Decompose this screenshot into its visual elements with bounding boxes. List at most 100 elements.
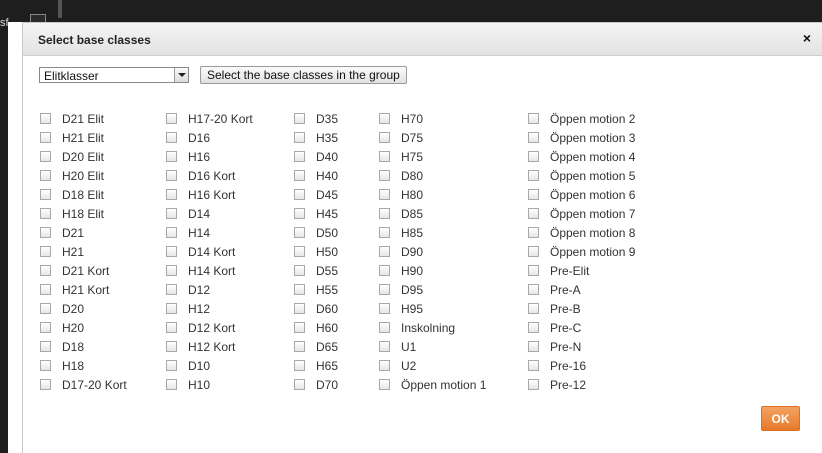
checkbox[interactable] [166,322,177,334]
checkbox[interactable] [166,265,177,277]
checkbox[interactable] [166,341,177,353]
checkbox[interactable] [379,151,390,163]
checkbox[interactable] [40,246,51,258]
class-checkbox-item[interactable]: D21 [40,224,84,243]
checkbox[interactable] [528,265,539,277]
checkbox[interactable] [294,360,305,372]
class-checkbox-item[interactable]: D85 [379,205,423,224]
checkbox[interactable] [379,170,390,182]
class-checkbox-item[interactable]: D80 [379,167,423,186]
checkbox[interactable] [166,284,177,296]
checkbox[interactable] [294,227,305,239]
class-checkbox-item[interactable]: H20 Elit [40,167,104,186]
checkbox[interactable] [40,341,51,353]
checkbox[interactable] [379,227,390,239]
class-checkbox-item[interactable]: H45 [294,205,338,224]
class-checkbox-item[interactable]: H17-20 Kort [166,110,253,129]
checkbox[interactable] [528,208,539,220]
class-checkbox-item[interactable]: H21 Elit [40,129,104,148]
class-checkbox-item[interactable]: H14 Kort [166,262,235,281]
class-checkbox-item[interactable]: Öppen motion 9 [528,243,635,262]
checkbox[interactable] [294,113,305,125]
checkbox[interactable] [379,113,390,125]
class-checkbox-item[interactable]: D10 [166,357,210,376]
checkbox[interactable] [528,322,539,334]
class-checkbox-item[interactable]: H50 [294,243,338,262]
class-checkbox-item[interactable]: D12 [166,281,210,300]
class-checkbox-item[interactable]: D20 [40,300,84,319]
checkbox[interactable] [40,379,51,391]
class-checkbox-item[interactable]: D18 Elit [40,186,104,205]
checkbox[interactable] [379,341,390,353]
close-icon[interactable]: × [803,31,811,45]
class-checkbox-item[interactable]: Pre-16 [528,357,586,376]
class-checkbox-item[interactable]: H70 [379,110,423,129]
checkbox[interactable] [379,379,390,391]
class-checkbox-item[interactable]: D21 Elit [40,110,104,129]
class-checkbox-item[interactable]: D55 [294,262,338,281]
checkbox[interactable] [528,189,539,201]
class-checkbox-item[interactable]: Öppen motion 4 [528,148,635,167]
checkbox[interactable] [294,341,305,353]
class-checkbox-item[interactable]: Pre-B [528,300,581,319]
class-checkbox-item[interactable]: D16 Kort [166,167,235,186]
class-checkbox-item[interactable]: Pre-12 [528,376,586,395]
checkbox[interactable] [294,132,305,144]
checkbox[interactable] [40,303,51,315]
checkbox[interactable] [379,132,390,144]
class-checkbox-item[interactable]: D70 [294,376,338,395]
checkbox[interactable] [294,246,305,258]
checkbox[interactable] [379,246,390,258]
checkbox[interactable] [528,227,539,239]
checkbox[interactable] [379,322,390,334]
checkbox[interactable] [528,132,539,144]
checkbox[interactable] [528,113,539,125]
class-checkbox-item[interactable]: H95 [379,300,423,319]
checkbox[interactable] [379,208,390,220]
checkbox[interactable] [294,170,305,182]
class-checkbox-item[interactable]: D18 [40,338,84,357]
class-checkbox-item[interactable]: H12 [166,300,210,319]
class-checkbox-item[interactable]: D95 [379,281,423,300]
class-checkbox-item[interactable]: D50 [294,224,338,243]
class-checkbox-item[interactable]: H90 [379,262,423,281]
checkbox[interactable] [379,360,390,372]
checkbox[interactable] [294,322,305,334]
checkbox[interactable] [294,303,305,315]
class-checkbox-item[interactable]: U2 [379,357,416,376]
class-checkbox-item[interactable]: H20 [40,319,84,338]
class-checkbox-item[interactable]: Pre-Elit [528,262,589,281]
class-checkbox-item[interactable]: H18 [40,357,84,376]
select-group-button[interactable]: Select the base classes in the group [200,66,407,84]
checkbox[interactable] [40,113,51,125]
class-checkbox-item[interactable]: H16 [166,148,210,167]
class-checkbox-item[interactable]: Öppen motion 1 [379,376,486,395]
class-checkbox-item[interactable]: D65 [294,338,338,357]
checkbox[interactable] [166,151,177,163]
checkbox[interactable] [166,132,177,144]
class-checkbox-item[interactable]: H40 [294,167,338,186]
checkbox[interactable] [166,208,177,220]
checkbox[interactable] [40,284,51,296]
checkbox[interactable] [528,303,539,315]
class-checkbox-item[interactable]: D90 [379,243,423,262]
class-checkbox-item[interactable]: Öppen motion 7 [528,205,635,224]
checkbox[interactable] [294,151,305,163]
checkbox[interactable] [40,189,51,201]
class-checkbox-item[interactable]: D17-20 Kort [40,376,127,395]
class-checkbox-item[interactable]: H10 [166,376,210,395]
checkbox[interactable] [379,284,390,296]
class-checkbox-item[interactable]: H14 [166,224,210,243]
checkbox[interactable] [40,208,51,220]
checkbox[interactable] [528,360,539,372]
class-checkbox-item[interactable]: D12 Kort [166,319,235,338]
class-checkbox-item[interactable]: D75 [379,129,423,148]
checkbox[interactable] [294,379,305,391]
class-checkbox-item[interactable]: H18 Elit [40,205,104,224]
class-checkbox-item[interactable]: H85 [379,224,423,243]
checkbox[interactable] [166,360,177,372]
class-checkbox-item[interactable]: H21 Kort [40,281,109,300]
checkbox[interactable] [166,113,177,125]
checkbox[interactable] [528,151,539,163]
checkbox[interactable] [379,303,390,315]
